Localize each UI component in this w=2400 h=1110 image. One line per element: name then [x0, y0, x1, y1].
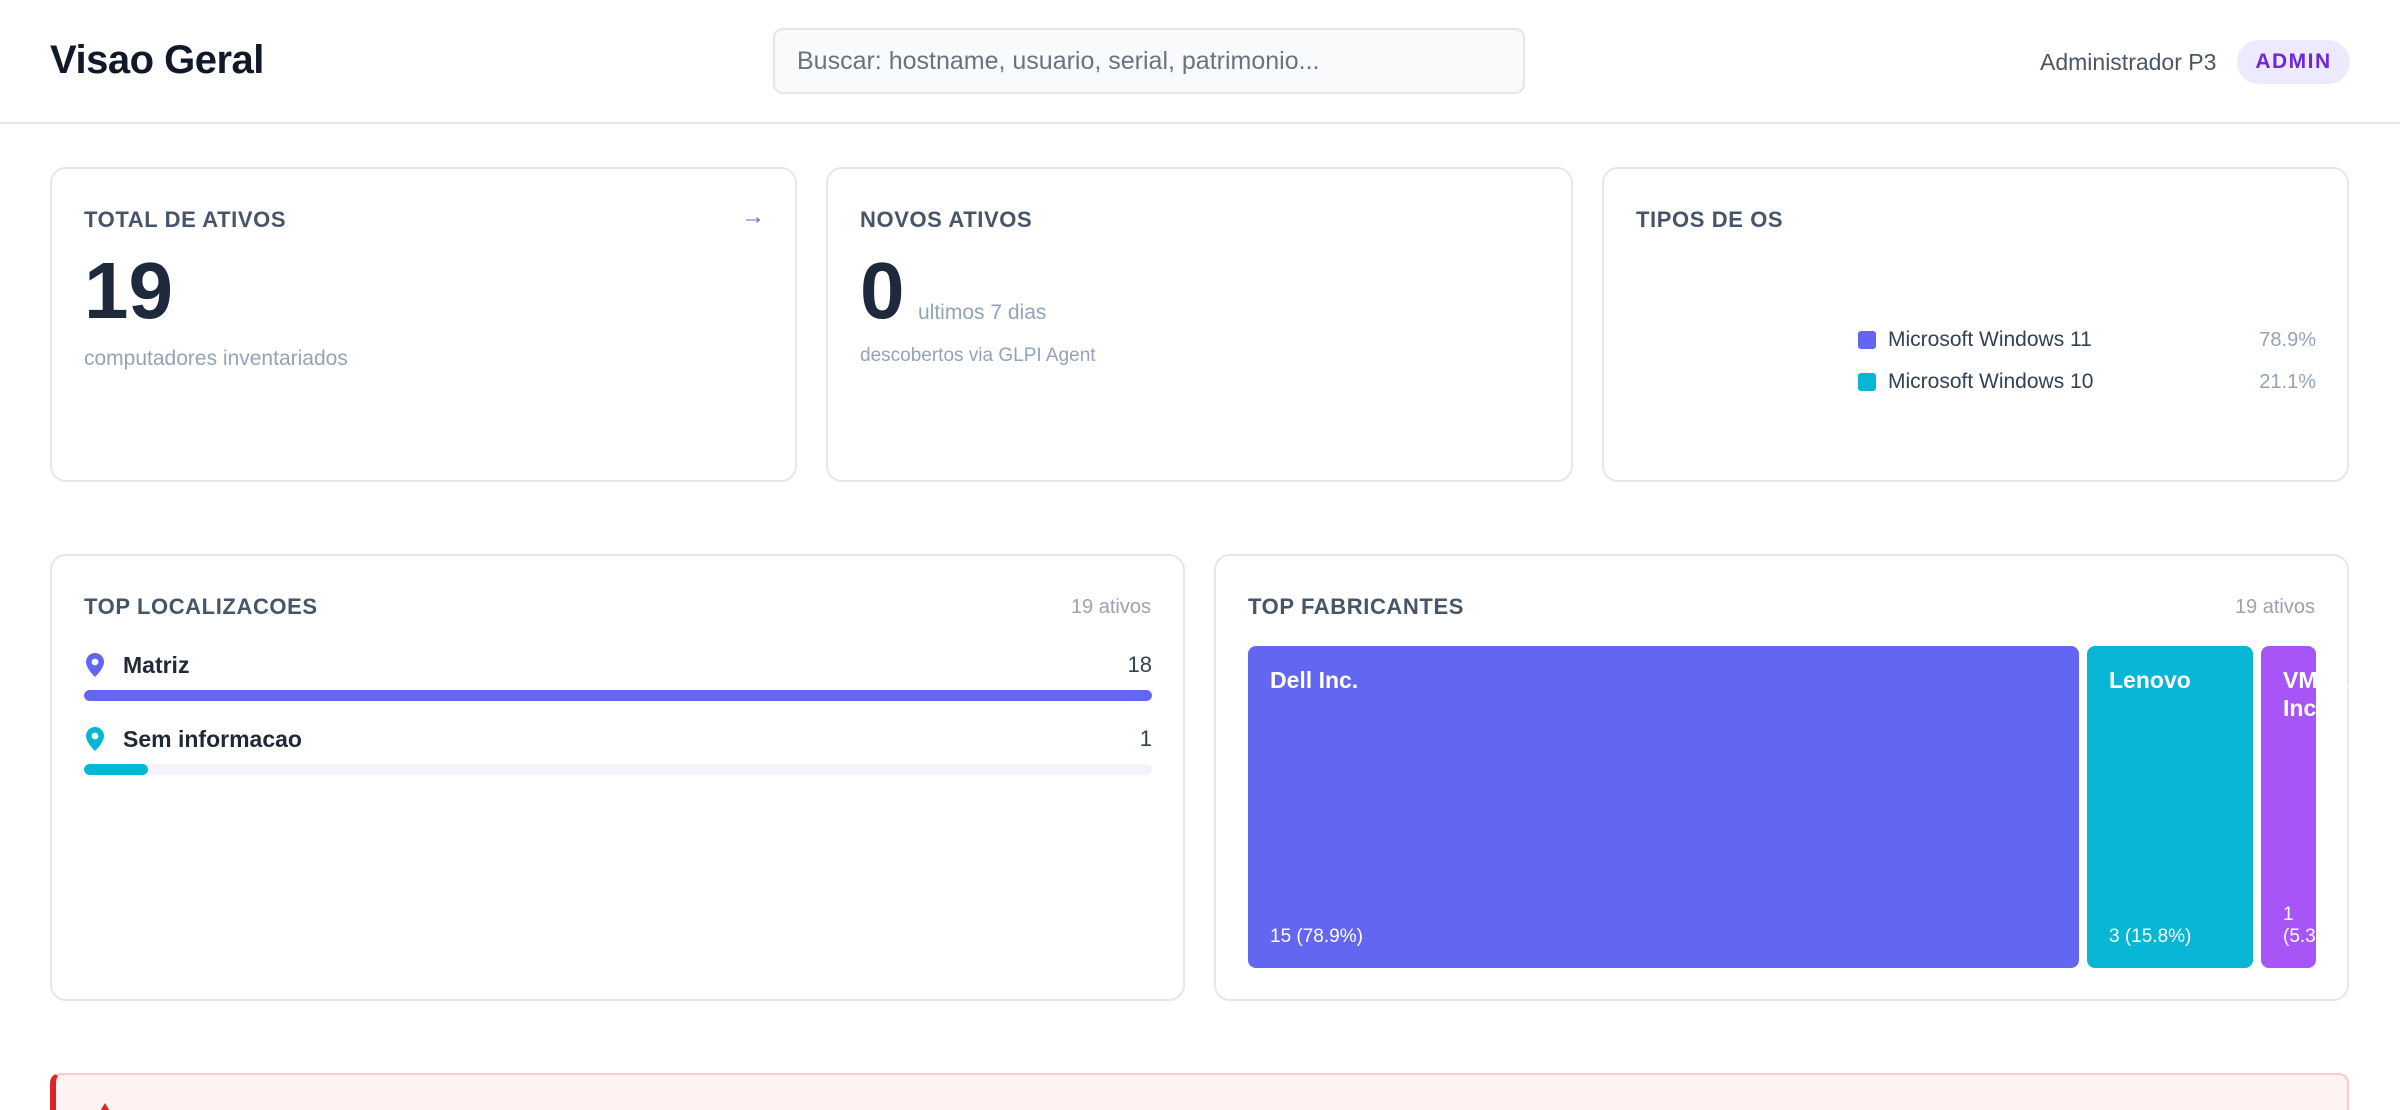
warning-icon	[92, 1103, 118, 1110]
treemap-tile-vmware[interactable]: VMware, Inc. 1 (5.3%)	[2261, 646, 2376, 968]
legend-percent: 21.1%	[2259, 370, 2316, 393]
tile-name: VMware, Inc.	[2283, 667, 2377, 722]
os-types-title: TIPOS DE OS	[1636, 207, 1784, 232]
location-bar-fill	[84, 690, 1152, 701]
total-assets-value: 19	[84, 246, 173, 335]
legend-label: Microsoft Windows 11	[1888, 328, 2092, 351]
tile-name: Lenovo	[2109, 667, 2191, 693]
location-count: 18	[1127, 652, 1152, 677]
location-bar-track	[84, 690, 1152, 701]
new-assets-card: NOVOS ATIVOS 0 ultimos 7 dias descoberto…	[826, 167, 1573, 482]
new-assets-period: ultimos 7 dias	[918, 301, 1047, 324]
tile-name: Dell Inc.	[1270, 667, 1359, 693]
os-types-card: TIPOS DE OS Microsoft Windows 11 78.9% M…	[1602, 167, 2349, 482]
top-manufacturers-meta: 19 ativos	[2234, 596, 2315, 618]
top-locations-title: TOP LOCALIZACOES	[84, 594, 318, 619]
legend-swatch	[1858, 331, 1876, 349]
new-assets-title: NOVOS ATIVOS	[860, 207, 1033, 232]
location-name: Sem informacao	[123, 725, 302, 752]
top-locations-card: TOP LOCALIZACOES 19 ativos Matriz 18 Sem…	[50, 554, 1185, 1001]
legend-item: Microsoft Windows 11 78.9%	[1858, 319, 2316, 361]
top-header: Visao Geral Administrador P3 ADMIN	[0, 0, 2400, 124]
new-assets-caption: descobertos via GLPI Agent	[860, 345, 1096, 366]
location-bar-track	[84, 764, 1152, 775]
location-bar-fill	[84, 764, 149, 775]
top-manufacturers-card: TOP FABRICANTES 19 ativos Dell Inc. 15 (…	[1214, 554, 2376, 1001]
legend-percent: 78.9%	[2259, 328, 2316, 351]
total-assets-caption: computadores inventariados	[84, 347, 348, 370]
location-name: Matriz	[123, 651, 190, 678]
total-assets-title: TOTAL DE ATIVOS	[84, 207, 287, 232]
page-title: Visao Geral	[50, 38, 264, 82]
legend-swatch	[1858, 373, 1876, 391]
location-count: 1	[1139, 726, 1152, 751]
treemap-tile-lenovo[interactable]: Lenovo 3 (15.8%)	[2087, 646, 2253, 968]
role-badge: ADMIN	[2237, 40, 2350, 84]
tile-value: 15 (78.9%)	[1270, 926, 1363, 947]
top-manufacturers-title: TOP FABRICANTES	[1248, 594, 1464, 619]
legend-item: Microsoft Windows 10 21.1%	[1858, 361, 2316, 403]
tile-value: 3 (15.8%)	[2109, 926, 2192, 947]
top-locations-meta: 19 ativos	[1070, 596, 1151, 618]
new-assets-value: 0	[860, 246, 905, 335]
search-input[interactable]	[773, 28, 1525, 94]
location-item[interactable]: Matriz 18	[84, 648, 1152, 701]
alert-banner	[50, 1073, 2349, 1110]
tile-value: 1 (5.3%)	[2283, 904, 2339, 947]
map-pin-icon	[84, 726, 106, 752]
user-name[interactable]: Administrador P3	[2040, 49, 2216, 76]
map-pin-icon	[84, 652, 106, 678]
location-item[interactable]: Sem informacao 1	[84, 722, 1152, 775]
total-assets-card: TOTAL DE ATIVOS → 19 computadores invent…	[50, 167, 797, 482]
manufacturers-treemap: Dell Inc. 15 (78.9%) Lenovo 3 (15.8%) VM…	[1248, 646, 2376, 968]
treemap-tile-dell[interactable]: Dell Inc. 15 (78.9%)	[1248, 646, 2079, 968]
os-legend: Microsoft Windows 11 78.9% Microsoft Win…	[1858, 319, 2316, 403]
legend-label: Microsoft Windows 10	[1888, 370, 2094, 393]
arrow-right-icon[interactable]: →	[741, 203, 765, 231]
